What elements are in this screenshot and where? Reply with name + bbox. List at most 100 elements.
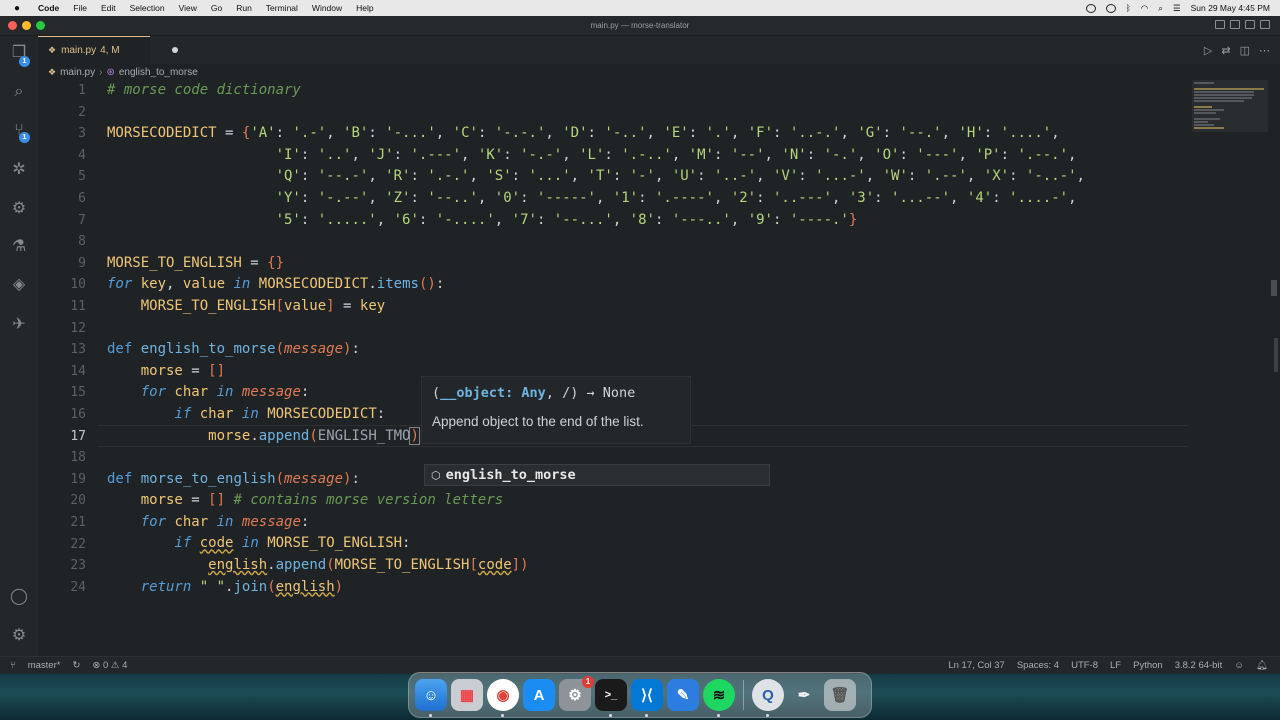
more-actions-icon[interactable]: ⋯ — [1259, 44, 1270, 57]
line-number: 24 — [70, 579, 86, 595]
signature-doc: Append object to the end of the list. — [432, 414, 644, 429]
menu-file[interactable]: File — [73, 3, 87, 13]
line-number: 8 — [78, 234, 86, 250]
bluetooth-icon[interactable]: ᛒ — [1126, 3, 1131, 13]
line-number-current: 17 — [70, 428, 86, 444]
unsaved-dot-icon[interactable] — [172, 47, 178, 53]
line-number: 21 — [70, 515, 86, 530]
toggle-secondary-sidebar-icon[interactable] — [1245, 20, 1255, 29]
line-number: 20 — [70, 493, 86, 509]
menu-edit[interactable]: Edit — [101, 3, 116, 13]
testing-icon[interactable]: ⚗ — [8, 236, 30, 258]
trash-icon[interactable]: 🗑︎ — [824, 679, 856, 711]
sig-rest: , /) → None — [545, 385, 636, 401]
breadcrumb-file[interactable]: main.py — [60, 67, 95, 78]
xcode-icon[interactable]: ✎ — [667, 679, 699, 711]
minimap-line — [1194, 121, 1208, 123]
app-store-icon[interactable]: A — [523, 679, 555, 711]
status-right: Ln 17, Col 37 Spaces: 4 UTF-8 LF Python … — [948, 660, 1268, 671]
customize-layout-icon[interactable] — [1260, 20, 1270, 29]
minimap-line — [1194, 82, 1214, 84]
search-icon[interactable]: ⌕ — [1158, 3, 1163, 14]
tab-main-py[interactable]: ❖ main.py 4, M — [38, 36, 150, 64]
sig-open: ( — [432, 385, 441, 401]
line-number: 15 — [70, 385, 86, 401]
search-icon[interactable]: ⌕ — [8, 81, 30, 103]
terminal-icon[interactable]: >_ — [595, 679, 627, 717]
scrollbar-thumb[interactable] — [1274, 338, 1278, 372]
vscode-icon[interactable]: ⟩⟨ — [631, 679, 663, 717]
running-indicator — [645, 714, 648, 717]
record-icon[interactable] — [1085, 3, 1096, 13]
cursor-position[interactable]: Ln 17, Col 37 — [948, 660, 1005, 671]
line-number: 6 — [78, 191, 86, 206]
python-interpreter[interactable]: 3.8.2 64-bit — [1175, 660, 1223, 671]
line-number: 16 — [70, 407, 86, 422]
language-mode[interactable]: Python — [1133, 660, 1163, 671]
menubar-clock[interactable]: Sun 29 May 4:45 PM — [1191, 3, 1270, 13]
line-number: 5 — [78, 169, 86, 185]
line-number: 18 — [70, 450, 86, 466]
menu-help[interactable]: Help — [356, 3, 373, 13]
line-number: 13 — [70, 342, 86, 358]
toggle-sidebar-icon[interactable] — [1215, 20, 1225, 29]
editor-actions: ▷ ⇄ ◫ ⋯ — [1204, 44, 1270, 57]
remote-explorer-icon[interactable]: ✈ — [8, 314, 30, 336]
git-branch[interactable]: master* — [28, 660, 61, 671]
line-number: 7 — [78, 212, 86, 228]
extensions-icon[interactable]: ⚙ — [8, 198, 30, 220]
menu-go[interactable]: Go — [211, 3, 222, 13]
system-preferences-icon[interactable]: ⚙ 1 — [559, 676, 594, 711]
running-indicator — [609, 714, 612, 717]
chrome-icon[interactable]: ◉ — [487, 679, 519, 717]
end-of-line[interactable]: LF — [1110, 660, 1121, 671]
play-icon[interactable] — [1105, 3, 1116, 13]
menu-window[interactable]: Window — [312, 3, 342, 13]
menu-app-name[interactable]: Code — [38, 3, 59, 13]
notifications-icon[interactable]: 🔔︎ — [1256, 660, 1268, 671]
menu-selection[interactable]: Selection — [130, 3, 165, 13]
run-debug-icon[interactable]: ✲ — [8, 159, 30, 181]
menu-terminal[interactable]: Terminal — [266, 3, 298, 13]
line-number: 23 — [70, 558, 86, 574]
quicktime-icon[interactable]: Q — [752, 679, 784, 717]
layout-controls — [1215, 20, 1270, 29]
code-editor[interactable]: 1 2 3 4 5 6 7 8 9 10 11 12 13 14 15 16 1… — [38, 80, 1188, 636]
sync-icon[interactable]: ↻ — [72, 660, 80, 671]
account-icon[interactable]: ◯ — [8, 586, 30, 608]
compare-changes-icon[interactable]: ⇄ — [1221, 44, 1230, 57]
wifi-icon[interactable]: ◠ — [1141, 3, 1148, 14]
menu-view[interactable]: View — [179, 3, 197, 13]
pen-icon[interactable]: ✒ — [788, 679, 820, 711]
apple-icon[interactable]: ● — [14, 3, 38, 14]
indentation[interactable]: Spaces: 4 — [1017, 660, 1059, 671]
split-editor-icon[interactable]: ◫ — [1240, 44, 1250, 57]
suggestion-label: english_to_morse — [445, 467, 576, 483]
launchpad-icon[interactable]: ▦ — [451, 679, 483, 711]
python-icon[interactable]: ◈ — [8, 274, 30, 296]
minimap-line — [1194, 112, 1216, 114]
file-encoding[interactable]: UTF-8 — [1071, 660, 1098, 671]
vscode-window: main.py — morse-translator ❐ 1 ⌕ ⑂ 1 ✲ ⚙… — [0, 16, 1280, 674]
minimap-line — [1194, 118, 1220, 120]
feedback-icon[interactable]: ☺ — [1234, 660, 1244, 671]
minimap-line — [1194, 109, 1224, 111]
autocomplete-suggestion[interactable]: ⬡ english_to_morse — [424, 464, 770, 486]
line-number: 2 — [78, 104, 86, 120]
scrollbar-marker[interactable] — [1271, 280, 1277, 296]
python-file-icon: ❖ — [48, 45, 57, 55]
minimap[interactable] — [1192, 80, 1268, 636]
problems-count[interactable]: ⊗ 0 ⚠ 4 — [92, 660, 127, 671]
finder-icon[interactable]: ☺ — [415, 679, 447, 717]
python-file-icon: ❖ — [48, 66, 57, 77]
function-symbol-icon: ⬡ — [431, 468, 441, 482]
minimap-line — [1194, 124, 1214, 126]
control-center-icon[interactable]: ☰ — [1173, 3, 1181, 14]
manage-gear-icon[interactable]: ⚙ — [8, 625, 30, 647]
run-file-icon[interactable]: ▷ — [1204, 44, 1212, 57]
breadcrumb-symbol[interactable]: english_to_morse — [119, 67, 198, 78]
spotify-icon[interactable]: ≋ — [703, 679, 735, 717]
toggle-panel-icon[interactable] — [1230, 20, 1240, 29]
minimap-line — [1194, 97, 1252, 99]
menu-run[interactable]: Run — [236, 3, 252, 13]
